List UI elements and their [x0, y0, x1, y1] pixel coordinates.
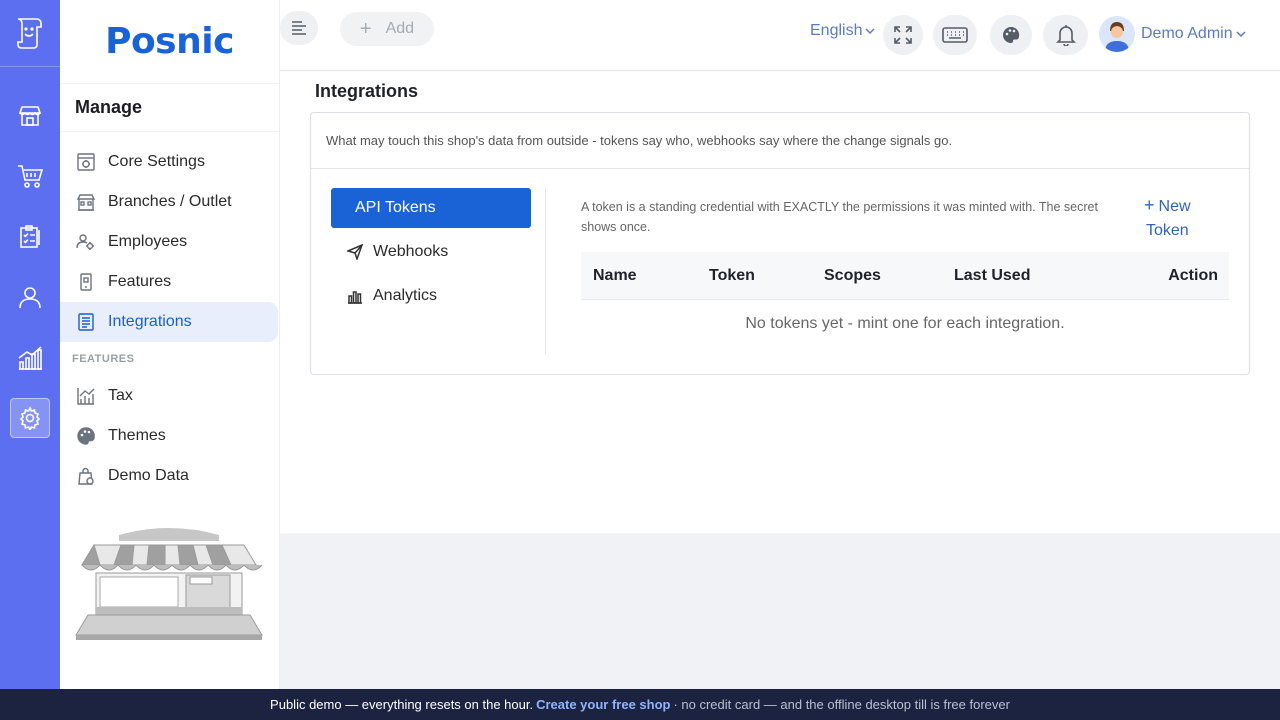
building-icon	[75, 191, 97, 213]
clipboard-icon[interactable]	[10, 217, 50, 257]
palette-icon	[75, 425, 97, 447]
plus-icon: +	[359, 17, 372, 40]
new-token-label-line1: New	[1158, 198, 1191, 215]
keyboard-shortcuts-button[interactable]	[933, 15, 977, 55]
language-label: English	[810, 22, 863, 39]
table-header: Name Token Scopes Last Used Action	[581, 252, 1229, 300]
column-header-name[interactable]: Name	[593, 267, 637, 285]
chart-icon[interactable]	[10, 338, 50, 378]
settings-icon[interactable]	[10, 398, 50, 438]
column-header-action[interactable]: Action	[1168, 267, 1218, 285]
avatar	[1099, 16, 1135, 52]
expand-icon	[894, 26, 912, 44]
user-icon[interactable]	[10, 277, 50, 317]
create-shop-link[interactable]: Create your free shop	[536, 697, 670, 712]
sidebar-item-label: Features	[108, 273, 172, 290]
chevron-down-icon	[1236, 31, 1246, 38]
sidebar-item-label: Branches / Outlet	[108, 193, 232, 210]
cart-icon[interactable]	[10, 156, 50, 196]
add-button-label: Add	[385, 20, 415, 37]
bar-chart-icon	[347, 288, 363, 304]
sidebar-item-integrations[interactable]: Integrations	[60, 302, 278, 342]
sidebar-menu: Core Settings Branches / Outlet Employee…	[60, 132, 279, 496]
integration-tabs: API Tokens Webhooks Analytics	[331, 188, 531, 320]
topbar: + Add English Demo Admin	[280, 0, 1280, 71]
bag-icon	[75, 465, 97, 487]
palette-icon	[1003, 26, 1020, 43]
sidebar-item-label: Themes	[108, 427, 166, 444]
shop-illustration-image	[75, 528, 263, 640]
sidebar-item-label: Demo Data	[108, 467, 189, 484]
tab-label: API Tokens	[355, 199, 436, 216]
column-header-scopes[interactable]: Scopes	[824, 267, 881, 285]
keyboard-icon	[942, 27, 968, 43]
app-logo-icon[interactable]	[10, 12, 50, 52]
theme-button[interactable]	[990, 15, 1032, 55]
settings-doc-icon	[75, 151, 97, 173]
column-header-token[interactable]: Token	[709, 267, 755, 285]
tab-label: Analytics	[373, 287, 438, 304]
column-header-last-used[interactable]: Last Used	[954, 267, 1030, 285]
tab-api-tokens[interactable]: API Tokens	[331, 188, 531, 228]
align-left-icon	[292, 21, 306, 35]
user-name: Demo Admin	[1141, 25, 1233, 42]
sidebar-item-demo-data[interactable]: Demo Data	[60, 456, 278, 496]
sidebar: Posnic Manage Core Settings Branches / O…	[60, 0, 280, 689]
tokens-table: Name Token Scopes Last Used Action No to…	[581, 252, 1229, 348]
plus-icon: +	[1144, 195, 1155, 215]
sidebar-item-core-settings[interactable]: Core Settings	[60, 142, 278, 182]
tab-label: Webhooks	[373, 243, 449, 260]
send-icon	[347, 244, 363, 260]
banner-prefix: Public demo — everything resets on the h…	[270, 697, 534, 712]
sidebar-toggle-button[interactable]	[280, 11, 318, 45]
sidebar-item-branches[interactable]: Branches / Outlet	[60, 182, 278, 222]
tab-webhooks[interactable]: Webhooks	[331, 232, 531, 272]
people-gear-icon	[75, 231, 97, 253]
sidebar-item-employees[interactable]: Employees	[60, 222, 278, 262]
features-heading: FEATURES	[72, 353, 135, 365]
device-icon	[75, 271, 97, 293]
user-menu[interactable]: Demo Admin	[1099, 16, 1246, 52]
icon-rail	[0, 0, 60, 689]
sidebar-item-label: Integrations	[108, 313, 192, 330]
bell-icon	[1055, 25, 1076, 46]
tab-analytics[interactable]: Analytics	[331, 276, 531, 316]
tokens-info-text: A token is a standing credential with EX…	[581, 200, 1098, 234]
sidebar-item-label: Core Settings	[108, 153, 205, 170]
sidebar-item-themes[interactable]: Themes	[60, 416, 278, 456]
banner-suffix: · no credit card — and the offline deskt…	[673, 697, 1010, 712]
card-description: What may touch this shop's data from out…	[311, 113, 1249, 169]
brand-logo[interactable]: Posnic	[60, 0, 279, 84]
sidebar-item-label: Tax	[108, 387, 133, 404]
tax-chart-icon	[75, 385, 97, 407]
add-button[interactable]: + Add	[340, 12, 434, 46]
chevron-down-icon	[865, 28, 876, 35]
sidebar-item-tax[interactable]: Tax	[60, 376, 278, 416]
fullscreen-button[interactable]	[883, 15, 923, 55]
store-icon[interactable]	[10, 96, 50, 136]
brand-name: Posnic	[105, 21, 234, 62]
page-title: Integrations	[315, 81, 419, 101]
sidebar-item-features[interactable]: Features	[60, 262, 278, 302]
main-content: Integrations What may touch this shop's …	[280, 71, 1280, 533]
list-doc-icon	[75, 311, 97, 333]
new-token-label-line2: Token	[1146, 222, 1189, 239]
language-selector[interactable]: English	[810, 22, 876, 40]
empty-table-message: No tokens yet - mint one for each integr…	[745, 315, 1065, 332]
sidebar-section-title: Manage	[60, 84, 279, 132]
tabs-divider	[545, 188, 546, 354]
notifications-button[interactable]	[1043, 15, 1088, 55]
sidebar-item-label: Employees	[108, 233, 188, 250]
integrations-card: What may touch this shop's data from out…	[310, 112, 1250, 375]
new-token-button[interactable]: + New Token	[1144, 193, 1224, 243]
demo-banner: Public demo — everything resets on the h…	[0, 689, 1280, 720]
rail-divider	[0, 66, 60, 67]
